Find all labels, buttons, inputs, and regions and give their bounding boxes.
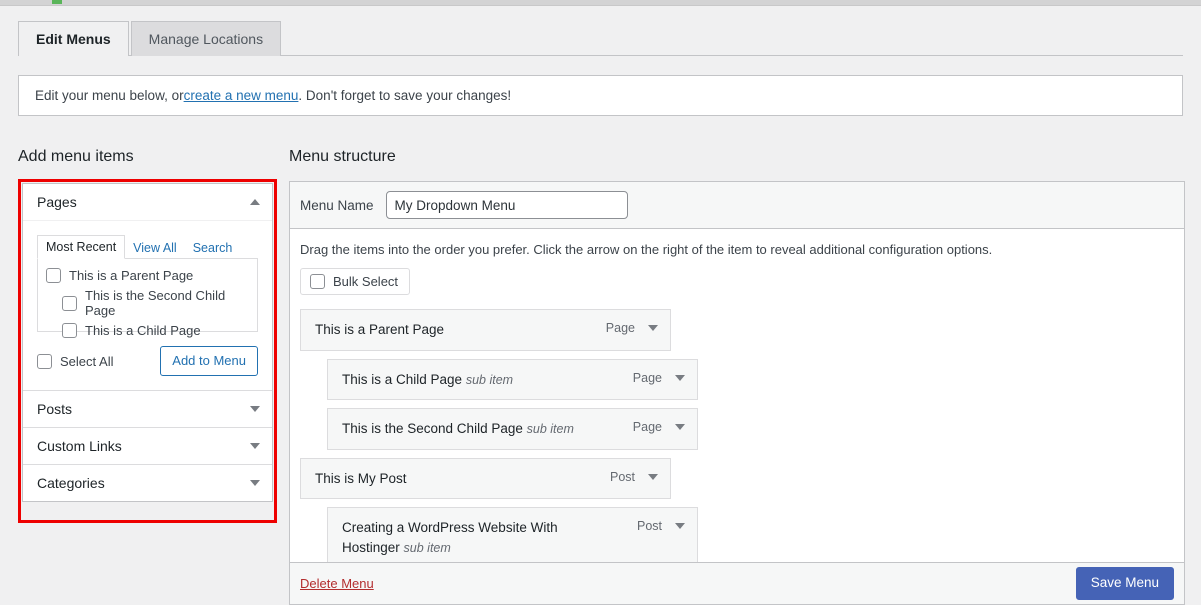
- menu-item-title: This is a Parent Page: [315, 322, 444, 337]
- categories-accordion-title: Categories: [37, 475, 105, 491]
- notice-text-before: Edit your menu below, or: [35, 88, 184, 103]
- page-checkbox-row[interactable]: This is a Child Page: [46, 323, 249, 338]
- pages-actions-row: Select All Add to Menu: [37, 346, 258, 376]
- menu-item-row[interactable]: Creating a WordPress Website With Hostin…: [327, 507, 698, 563]
- menu-item-meta: Page: [633, 419, 685, 434]
- select-all-label: Select All: [60, 354, 113, 369]
- menu-item-type: Page: [633, 371, 662, 385]
- checkbox-icon[interactable]: [37, 354, 52, 369]
- pages-tab-most-recent[interactable]: Most Recent: [37, 235, 125, 260]
- menu-item-row[interactable]: This is a Parent Page Page: [300, 309, 671, 351]
- bulk-select-toggle[interactable]: Bulk Select: [300, 268, 410, 295]
- menu-item-type: Post: [637, 519, 662, 533]
- menu-item-type: Post: [610, 470, 635, 484]
- posts-accordion-title: Posts: [37, 401, 72, 417]
- categories-accordion-header[interactable]: Categories: [23, 464, 272, 501]
- tab-edit-menus[interactable]: Edit Menus: [18, 21, 129, 56]
- pages-tab-search[interactable]: Search: [185, 242, 241, 259]
- checkbox-icon[interactable]: [62, 323, 77, 338]
- caret-down-icon[interactable]: [675, 424, 685, 430]
- checkbox-icon[interactable]: [310, 274, 325, 289]
- admin-bar-sliver: [0, 0, 1201, 6]
- menu-item-title-wrap: This is a Parent Page: [315, 320, 452, 340]
- menu-item-type: Page: [633, 420, 662, 434]
- menu-item-title-wrap: This is the Second Child Page sub item: [342, 419, 582, 439]
- caret-down-icon[interactable]: [648, 325, 658, 331]
- caret-down-icon[interactable]: [648, 474, 658, 480]
- page-checkbox-row[interactable]: This is the Second Child Page: [46, 288, 249, 318]
- menu-item-title: This is the Second Child Page: [342, 421, 523, 436]
- menu-item-subitem-label: sub item: [466, 373, 513, 387]
- pages-accordion-title: Pages: [37, 194, 77, 210]
- menu-item-type: Page: [606, 321, 635, 335]
- menu-name-label: Menu Name: [300, 198, 374, 213]
- checkbox-icon[interactable]: [46, 268, 61, 283]
- tab-manage-locations[interactable]: Manage Locations: [131, 21, 281, 56]
- add-to-menu-button[interactable]: Add to Menu: [160, 346, 258, 376]
- menu-structure-body: Drag the items into the order you prefer…: [290, 229, 1184, 563]
- menu-item-subitem-label: sub item: [404, 541, 451, 555]
- posts-accordion-header[interactable]: Posts: [23, 390, 272, 427]
- custom-links-accordion-header[interactable]: Custom Links: [23, 427, 272, 464]
- caret-up-icon[interactable]: [250, 199, 260, 205]
- delete-menu-link[interactable]: Delete Menu: [300, 576, 374, 591]
- select-all-control[interactable]: Select All: [37, 354, 113, 369]
- add-menu-items-panel: Pages Most Recent View All Search This i…: [22, 183, 273, 502]
- caret-down-icon[interactable]: [250, 480, 260, 486]
- pages-accordion-body: Most Recent View All Search This is a Pa…: [23, 221, 272, 390]
- page-root: Edit Menus Manage Locations Edit your me…: [0, 0, 1201, 605]
- menu-item-row[interactable]: This is a Child Page sub item Page: [327, 359, 698, 401]
- tab-bar: Edit Menus Manage Locations: [18, 21, 281, 56]
- caret-down-icon[interactable]: [675, 375, 685, 381]
- menu-item-row[interactable]: This is My Post Post: [300, 458, 671, 500]
- menu-name-input[interactable]: [386, 191, 628, 219]
- save-menu-button[interactable]: Save Menu: [1076, 567, 1174, 599]
- page-checkbox-label: This is a Child Page: [85, 323, 201, 338]
- menu-item-title-wrap: Creating a WordPress Website With Hostin…: [342, 518, 592, 557]
- page-checkbox-row[interactable]: This is a Parent Page: [46, 268, 249, 283]
- pages-tab-bar: Most Recent View All Search: [37, 234, 258, 259]
- menu-item-meta: Post: [610, 469, 658, 484]
- menu-structure-heading: Menu structure: [289, 149, 396, 165]
- pages-tab-view-all[interactable]: View All: [125, 242, 185, 259]
- caret-down-icon[interactable]: [675, 523, 685, 529]
- caret-down-icon[interactable]: [250, 406, 260, 412]
- menu-item-title-wrap: This is a Child Page sub item: [342, 370, 521, 390]
- drag-hint-text: Drag the items into the order you prefer…: [300, 242, 1174, 257]
- checkbox-icon[interactable]: [62, 296, 77, 311]
- menu-item-meta: Page: [606, 320, 658, 335]
- menu-name-row: Menu Name: [290, 182, 1184, 229]
- create-new-menu-link[interactable]: create a new menu: [184, 88, 299, 103]
- menu-item-subitem-label: sub item: [527, 422, 574, 436]
- menu-structure-panel: Menu Name Drag the items into the order …: [289, 181, 1185, 563]
- menu-item-row[interactable]: This is the Second Child Page sub item P…: [327, 408, 698, 450]
- add-menu-items-heading: Add menu items: [18, 149, 134, 165]
- custom-links-accordion-title: Custom Links: [37, 438, 122, 454]
- caret-down-icon[interactable]: [250, 443, 260, 449]
- bulk-select-label: Bulk Select: [333, 274, 398, 289]
- page-checkbox-label: This is the Second Child Page: [85, 288, 249, 318]
- admin-bar-accent: [52, 0, 62, 4]
- menu-item-meta: Page: [633, 370, 685, 385]
- menu-item-title: This is a Child Page: [342, 372, 462, 387]
- menu-item-title: This is My Post: [315, 471, 407, 486]
- notice-text-after: . Don't forget to save your changes!: [298, 88, 511, 103]
- notice-bar: Edit your menu below, or create a new me…: [18, 75, 1183, 116]
- menu-structure-footer: Delete Menu Save Menu: [289, 563, 1185, 605]
- pages-checkbox-list: This is a Parent Page This is the Second…: [37, 259, 258, 332]
- page-checkbox-label: This is a Parent Page: [69, 268, 193, 283]
- menu-item-title-wrap: This is My Post: [315, 469, 415, 489]
- menu-item-meta: Post: [637, 518, 685, 533]
- pages-accordion-header[interactable]: Pages: [23, 184, 272, 221]
- menu-item-list: This is a Parent Page Page This is a Chi…: [300, 309, 1174, 563]
